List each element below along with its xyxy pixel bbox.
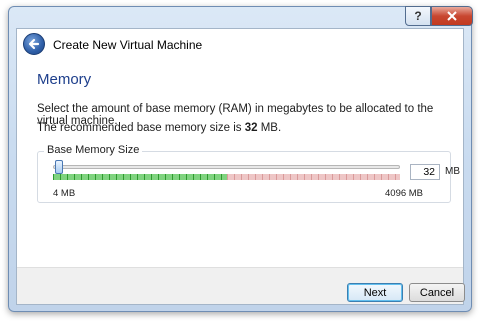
slider-thumb[interactable] — [55, 160, 63, 174]
help-icon: ? — [414, 9, 422, 23]
help-button[interactable]: ? — [405, 6, 431, 26]
memory-unit-label: MB — [445, 166, 460, 177]
slider-ticks — [53, 174, 400, 180]
recommended-memory-text: The recommended base memory size is 32 M… — [37, 122, 281, 134]
recommended-prefix: The recommended base memory size is — [37, 122, 245, 134]
group-title: Base Memory Size — [44, 144, 143, 156]
slider-track — [53, 165, 400, 169]
base-memory-group: Base Memory Size 4 MB 4096 MB 32 MB — [37, 144, 460, 203]
dialog-body: Create New Virtual Machine Memory Select… — [16, 28, 465, 305]
close-button[interactable] — [431, 6, 473, 26]
page-heading: Memory — [37, 71, 92, 88]
safe-memory-zone — [53, 174, 227, 180]
next-button[interactable]: Next — [347, 283, 403, 302]
recommended-value: 32 — [244, 122, 258, 134]
recommended-suffix: MB. — [257, 122, 282, 134]
excess-memory-zone — [227, 174, 400, 180]
cancel-button[interactable]: Cancel — [409, 283, 465, 302]
memory-value-field[interactable]: 32 — [410, 164, 440, 180]
back-arrow-icon — [28, 38, 40, 50]
wizard-header: Create New Virtual Machine — [17, 29, 463, 61]
slider-max-label: 4096 MB — [385, 188, 424, 199]
memory-slider[interactable] — [53, 160, 400, 184]
back-button[interactable] — [23, 33, 45, 55]
dialog-window: ? Create New Virtual Machine Memory Sele… — [8, 6, 473, 312]
slider-min-label: 4 MB — [53, 188, 76, 199]
wizard-page: Memory Select the amount of base memory … — [17, 61, 463, 268]
close-icon — [447, 11, 457, 21]
window-title: Create New Virtual Machine — [53, 38, 203, 52]
